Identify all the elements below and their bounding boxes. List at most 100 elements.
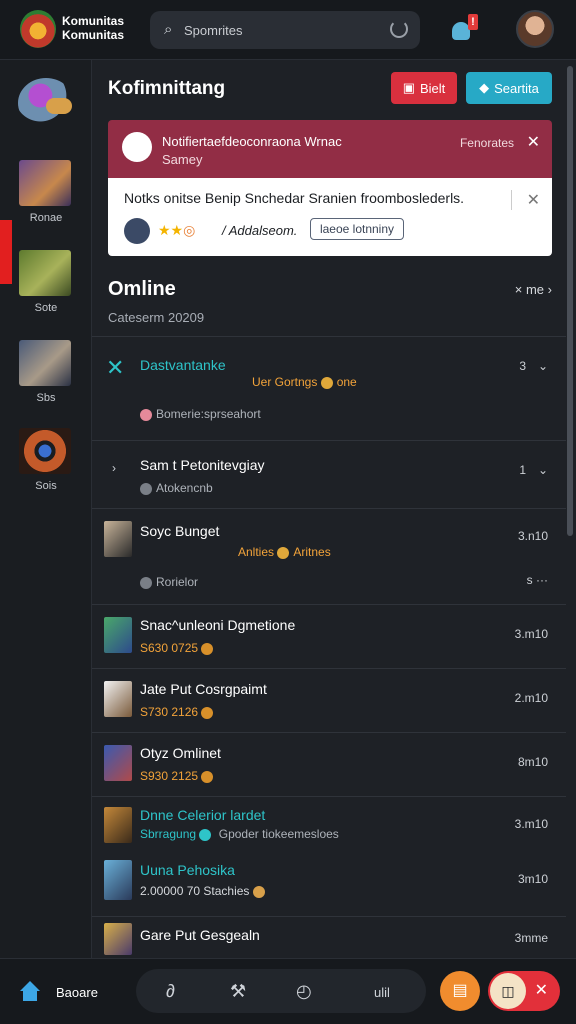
- list-item[interactable]: Dnne Celerior lardet Sbrragung Gpoder ti…: [92, 796, 566, 856]
- list-item-time: 3mme: [514, 931, 548, 945]
- rail-home-icon[interactable]: [18, 78, 74, 128]
- list-item-time: 3.n10: [517, 529, 548, 543]
- section-title: Omline: [108, 278, 176, 300]
- book-icon: ◫: [490, 973, 526, 1009]
- game-thumbnail: [19, 340, 71, 386]
- list-item[interactable]: Jate Put Cosrgpaimt S730 2126 2.m10: [92, 668, 566, 732]
- list-item[interactable]: Otyz Omlinet S930 2125 8m10: [92, 732, 566, 796]
- home-label[interactable]: Baoare: [56, 985, 98, 1000]
- avatar: [104, 521, 132, 557]
- banner-subtitle: Samey: [162, 152, 203, 167]
- list-item[interactable]: Gare Put Gesgealn 3mme: [92, 916, 566, 960]
- toggle-fab-button[interactable]: ◫ ✕: [488, 971, 560, 1011]
- list-item-meta: Sbrragung Gpoder tiokeemesloes: [140, 827, 339, 841]
- list-item-name: Dastvantanke: [140, 357, 226, 373]
- list-item-meta: 2.00000 70 Stachies: [140, 884, 269, 898]
- section-more-button[interactable]: × me ›: [515, 282, 552, 297]
- search-icon: ⌕: [164, 21, 173, 38]
- scrollbar[interactable]: [567, 66, 573, 536]
- list-item-meta: Bomerie:sprseahort: [140, 407, 261, 421]
- link-icon[interactable]: ∂: [166, 981, 175, 1002]
- list-item[interactable]: Soyc Bunget Anlties Aritnes Rorielor 3.n…: [92, 508, 566, 604]
- refresh-icon[interactable]: [390, 20, 408, 38]
- list-item-count: 3: [519, 359, 526, 373]
- hammer-icon[interactable]: ⚒: [230, 981, 246, 1002]
- sidebar-item-label: Ronae: [29, 212, 63, 224]
- chevron-down-icon[interactable]: ⌄: [538, 463, 548, 477]
- avatar: [104, 860, 132, 900]
- list-item-name: Soyc Bunget: [140, 523, 220, 539]
- chat-icon: ◆: [479, 80, 490, 95]
- search-clock-icon[interactable]: ◴: [296, 981, 312, 1002]
- more-options-icon[interactable]: s ···: [527, 573, 548, 587]
- banner-action[interactable]: Fenorates: [460, 136, 514, 150]
- notice-link[interactable]: / Addalseom.: [222, 223, 297, 238]
- close-icon: ✕: [534, 982, 548, 999]
- list-item-name: Snac^unleoni Dgmetione: [140, 617, 296, 633]
- notification-icon[interactable]: !: [452, 14, 478, 42]
- sidebar-item-label: Sois: [35, 480, 57, 492]
- list-item-meta: Rorielor: [140, 575, 198, 589]
- app-logo-icon[interactable]: [20, 10, 56, 48]
- nav-label-4[interactable]: ulil: [374, 985, 390, 1000]
- chevron-down-icon[interactable]: ⌄: [538, 359, 548, 373]
- list-item-time: 8m10: [517, 755, 548, 769]
- red-action-button[interactable]: ▣ Bielt: [391, 72, 457, 104]
- brand-name: Komunitas Komunitas: [62, 14, 125, 42]
- emoji-icon: [277, 546, 290, 559]
- user-avatar[interactable]: [516, 10, 554, 48]
- avatar: [104, 807, 132, 843]
- list-item[interactable]: Uuna Pehosika 2.00000 70 Stachies 3m10: [92, 856, 566, 916]
- close-icon[interactable]: ✕: [527, 190, 540, 210]
- status-dot-icon: [140, 576, 152, 589]
- section-more-label: × me: [514, 282, 545, 297]
- chevron-right-icon: ›: [547, 282, 552, 297]
- close-icon[interactable]: ✕: [527, 132, 540, 152]
- emoji-icon: [320, 376, 333, 389]
- sidebar-item-label: Sote: [34, 302, 58, 314]
- caret-right-icon: ›: [112, 461, 116, 475]
- avatar: [104, 681, 132, 717]
- list-item[interactable]: ✕ Dastvantanke Uer Gortngs one Bomerie:s…: [92, 336, 566, 440]
- list-item-name: Gare Put Gesgealn: [140, 927, 260, 943]
- bag-icon: ▣: [402, 80, 415, 95]
- list-item-count: 1: [519, 463, 526, 477]
- list-item-meta: Atokencnb: [140, 481, 213, 495]
- sidebar-item-label: Sbs: [36, 392, 56, 404]
- notification-banner: Notifiertaefdeoconraona Wrnac Samey Feno…: [108, 120, 552, 178]
- list-item[interactable]: › Sam t Petonitevgiay Atokencnb 1 ⌄: [92, 440, 566, 508]
- sidebar-item-3[interactable]: Sbs: [0, 340, 92, 420]
- status-dot-icon: [140, 482, 152, 495]
- list-item-name: Otyz Omlinet: [140, 745, 221, 761]
- alert-badge: !: [468, 14, 478, 30]
- sidebar-rail: Ronae Sote Sbs Sois: [0, 60, 92, 958]
- list-item-name: Dnne Celerior lardet: [140, 807, 266, 823]
- teal-button-label: Seartita: [494, 80, 539, 96]
- sidebar-item-4[interactable]: Sois: [0, 428, 92, 508]
- section-subtitle: Cateserm 20209: [108, 310, 205, 325]
- search-input[interactable]: Spomrites: [184, 23, 243, 38]
- sidebar-item-1[interactable]: Ronae: [0, 160, 92, 240]
- list-item-meta: S730 2126: [140, 705, 217, 719]
- game-thumbnail: [19, 160, 71, 206]
- list-item[interactable]: Snac^unleoni Dgmetione S630 0725 3.m10: [92, 604, 566, 668]
- home-icon[interactable]: [18, 981, 42, 1001]
- chat-fab-button[interactable]: ▤: [440, 971, 480, 1011]
- teal-action-button[interactable]: ◆ Seartita: [466, 72, 552, 104]
- list-item-time: 2.m10: [514, 691, 548, 705]
- emoji-icon: [252, 885, 265, 898]
- game-icon: [201, 770, 214, 783]
- search-bar[interactable]: ⌕ Spomrites: [150, 11, 420, 49]
- list-item-time: 3m10: [517, 872, 548, 886]
- red-button-label: Bielt: [420, 80, 446, 96]
- game-icon: [201, 642, 214, 655]
- notice-button[interactable]: laeoe lotnniny: [310, 218, 404, 240]
- game-thumbnail: [19, 428, 71, 474]
- list-item-name: Uuna Pehosika: [140, 862, 235, 878]
- banner-title: Notifiertaefdeoconraona Wrnac: [162, 134, 342, 149]
- list-item-name: Sam t Petonitevgiay: [140, 457, 265, 473]
- sidebar-item-2[interactable]: Sote: [0, 250, 92, 330]
- game-thumbnail: [19, 250, 71, 296]
- list-item-extra: Uer Gortngs one: [252, 375, 357, 389]
- avatar: [104, 617, 132, 653]
